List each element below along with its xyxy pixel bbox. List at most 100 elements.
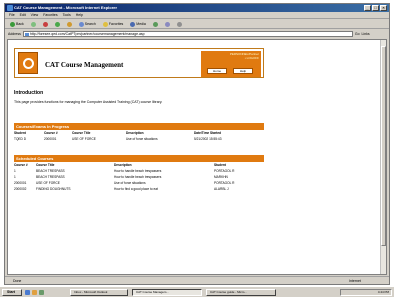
close-icon[interactable]: × bbox=[380, 5, 387, 11]
menu-edit[interactable]: Edit bbox=[20, 12, 26, 18]
address-url: http://foresee.qed.com/CatPTpm/partner/c… bbox=[29, 32, 145, 36]
header-panel: PERSONNEL/Partner • LOGOFF Home Help bbox=[201, 51, 261, 77]
cell-course-title: BEACH TRESPASS bbox=[36, 175, 65, 179]
cat-logo bbox=[18, 52, 38, 74]
stop-icon bbox=[42, 21, 48, 27]
menu-tools[interactable]: Tools bbox=[63, 12, 71, 18]
col-description: Description bbox=[126, 131, 144, 135]
cell-student: PORTAGOL R bbox=[214, 181, 235, 185]
mail-icon bbox=[164, 21, 170, 27]
cell-course-num: 1 bbox=[14, 175, 16, 179]
ie-icon bbox=[7, 5, 13, 11]
media-icon bbox=[130, 21, 136, 27]
table-row[interactable]: 2000001 USE OF FORCE Use of force situat… bbox=[14, 181, 264, 186]
browser-window: CAT Course Management - Microsoft Intern… bbox=[4, 3, 390, 285]
maximize-icon[interactable]: □ bbox=[372, 5, 379, 11]
windows-taskbar: Start Inbox - Microsoft Outlook CAT Cour… bbox=[0, 286, 394, 297]
vertical-scrollbar[interactable] bbox=[380, 40, 386, 274]
stop-button[interactable] bbox=[41, 21, 50, 27]
in-progress-heading: Courses/Exams In Progress bbox=[14, 123, 264, 130]
browser-toolbar: Back Search Favorites Media bbox=[5, 20, 389, 29]
address-bar: Address http://foresee.qed.com/CatPTpm/p… bbox=[5, 30, 389, 38]
intro-text: This page provides functions for managin… bbox=[14, 100, 163, 104]
mail-button[interactable] bbox=[163, 21, 172, 27]
outlook-launch-icon[interactable] bbox=[39, 290, 44, 295]
history-button[interactable] bbox=[151, 21, 160, 27]
help-button[interactable]: Help bbox=[233, 68, 253, 74]
star-icon bbox=[102, 21, 108, 27]
print-button[interactable] bbox=[175, 21, 184, 27]
menu-help[interactable]: Help bbox=[76, 12, 83, 18]
app-header: CAT Course Management PERSONNEL/Partner … bbox=[14, 48, 264, 78]
cell-course-title: BEACH TRESPASS bbox=[36, 169, 65, 173]
system-tray: 4:44 PM bbox=[340, 289, 392, 296]
cell-description: How to find a good place to eat bbox=[114, 187, 158, 191]
ie-launch-icon[interactable] bbox=[25, 290, 30, 295]
cell-course-title: USE OF FORCE bbox=[72, 137, 96, 141]
col-date-started: Date/Time Started bbox=[194, 131, 222, 135]
cell-student: MARKHN bbox=[214, 175, 228, 179]
table-row[interactable]: 2000002 FINDING DOUGHNUTS How to find a … bbox=[14, 187, 264, 192]
address-label: Address bbox=[8, 32, 21, 36]
cell-student: ALARBL J bbox=[214, 187, 229, 191]
desktop-launch-icon[interactable] bbox=[32, 290, 37, 295]
col-course-title: Course Title bbox=[72, 131, 91, 135]
clock: 4:44 PM bbox=[377, 290, 389, 294]
col-course-num: Course # bbox=[44, 131, 58, 135]
history-icon bbox=[152, 21, 158, 27]
go-button[interactable]: Go bbox=[355, 32, 360, 36]
status-bar: Done Internet bbox=[5, 276, 389, 284]
user-info: PERSONNEL/Partner • LOGOFF bbox=[203, 52, 259, 61]
cell-description: Use of force situations bbox=[126, 137, 158, 141]
home-toolbar-button[interactable] bbox=[65, 21, 74, 27]
minimize-icon[interactable]: _ bbox=[364, 5, 371, 11]
window-controls: _ □ × bbox=[364, 5, 387, 11]
menu-file[interactable]: File bbox=[9, 12, 15, 18]
logoff-link[interactable]: • LOGOFF bbox=[203, 56, 259, 61]
search-icon bbox=[78, 21, 84, 27]
security-zone: Internet bbox=[349, 279, 361, 283]
status-text: Done bbox=[13, 279, 22, 283]
table-row[interactable]: 1 BEACH TRESPASS How to handle beach tre… bbox=[14, 169, 264, 174]
back-button[interactable]: Back bbox=[8, 21, 26, 27]
forward-arrow-icon bbox=[30, 21, 36, 27]
col-student: Student bbox=[214, 163, 226, 167]
table-row[interactable]: 1 BEACH TRESPASS How to handle beach tre… bbox=[14, 175, 264, 180]
intro-heading: Introduction bbox=[14, 90, 44, 96]
links-button[interactable]: Links bbox=[362, 32, 370, 36]
home-button[interactable]: Home bbox=[207, 68, 227, 74]
cell-date-started: 5/21/2002 15:55:43 bbox=[194, 137, 222, 141]
cell-course-title: USE OF FORCE bbox=[36, 181, 60, 185]
media-button[interactable]: Media bbox=[128, 21, 148, 27]
address-input[interactable]: http://foresee.qed.com/CatPTpm/partner/c… bbox=[22, 31, 353, 37]
task-cat-course-guide[interactable]: CAT Course guide - Micro... bbox=[206, 289, 276, 296]
page-title: CAT Course Management bbox=[45, 61, 124, 69]
in-progress-header-row: Student Course # Course Title Descriptio… bbox=[14, 131, 264, 136]
scrollbar-thumb[interactable] bbox=[381, 46, 386, 246]
home-icon bbox=[66, 21, 72, 27]
cell-course-num: 2000001 bbox=[44, 137, 57, 141]
refresh-button[interactable] bbox=[53, 21, 62, 27]
forward-button[interactable] bbox=[29, 21, 38, 27]
cell-course-num: 1 bbox=[14, 169, 16, 173]
back-arrow-icon bbox=[10, 21, 15, 27]
start-button[interactable]: Start bbox=[2, 289, 22, 296]
cell-student: PORTAGOL R bbox=[214, 169, 235, 173]
menu-view[interactable]: View bbox=[31, 12, 39, 18]
search-button[interactable]: Search bbox=[77, 21, 98, 27]
task-outlook[interactable]: Inbox - Microsoft Outlook bbox=[70, 289, 128, 296]
scheduled-heading: Scheduled Courses bbox=[14, 155, 264, 162]
table-row[interactable]: TQED D 2000001 USE OF FORCE Use of force… bbox=[14, 137, 264, 142]
title-bar[interactable]: CAT Course Management - Microsoft Intern… bbox=[5, 4, 389, 12]
menu-favorites[interactable]: Favorites bbox=[43, 12, 57, 18]
window-title: CAT Course Management - Microsoft Intern… bbox=[14, 5, 118, 10]
cell-course-num: 2000001 bbox=[14, 181, 27, 185]
cell-course-title: FINDING DOUGHNUTS bbox=[36, 187, 71, 191]
favorites-button[interactable]: Favorites bbox=[101, 21, 125, 27]
cell-student: TQED D bbox=[14, 137, 27, 141]
logo-ring-icon bbox=[22, 57, 34, 69]
page-content: CAT Course Management PERSONNEL/Partner … bbox=[7, 39, 387, 275]
desktop-screen: CAT Course Management - Microsoft Intern… bbox=[0, 0, 394, 297]
task-cat-course-management[interactable]: CAT Course Managem... bbox=[132, 289, 202, 296]
col-course-title: Course Title bbox=[36, 163, 55, 167]
